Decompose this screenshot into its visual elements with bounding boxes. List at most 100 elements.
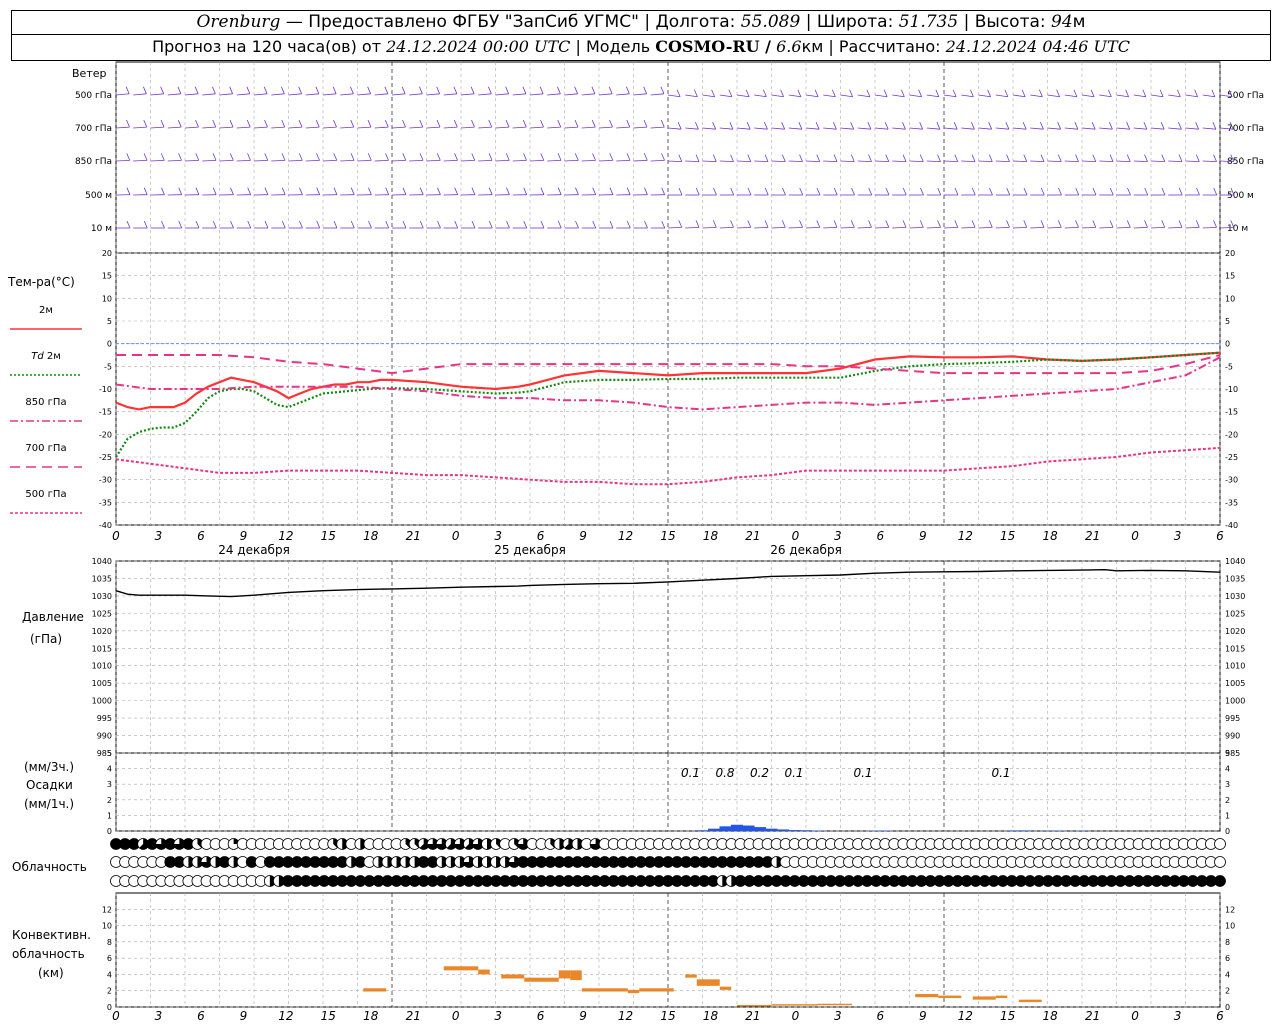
wind-barb-feather bbox=[1126, 220, 1131, 228]
wind-barb-shaft bbox=[823, 94, 836, 98]
wind-barb-feather bbox=[644, 220, 648, 229]
wind-barb-shaft bbox=[943, 160, 958, 163]
temp-hour-tick: 0 bbox=[1131, 529, 1139, 543]
wind-barb-feather bbox=[971, 187, 976, 196]
wind-barb-shaft bbox=[1012, 94, 1026, 98]
conv-bar bbox=[685, 974, 697, 978]
conv-bar bbox=[915, 993, 939, 998]
wind-barb-shaft bbox=[115, 159, 130, 162]
conv-hour-tick: 3 bbox=[155, 1009, 163, 1023]
wind-barb-shaft bbox=[271, 126, 285, 129]
wind-barb-feather bbox=[695, 122, 699, 130]
wind-barb-feather bbox=[402, 187, 407, 195]
wind-barb-shaft bbox=[1133, 127, 1147, 130]
wind-barb-feather bbox=[1057, 220, 1062, 228]
wind-barb-feather bbox=[936, 122, 941, 130]
wind-barb-feather bbox=[1006, 220, 1010, 228]
pressure-tick-right: 1030 bbox=[1225, 592, 1245, 601]
wind-barb-shaft bbox=[874, 226, 889, 229]
temp-hour-tick: 12 bbox=[618, 529, 633, 543]
wind-barb-feather bbox=[902, 187, 907, 196]
wind-barb-shaft bbox=[961, 94, 974, 98]
wind-barb-shaft bbox=[616, 159, 631, 162]
conv-tick-right: 0 bbox=[1225, 1003, 1230, 1012]
wind-barb-feather bbox=[833, 154, 838, 162]
wind-barb-feather bbox=[143, 220, 148, 229]
conv-bar bbox=[817, 1003, 852, 1006]
wind-barb-shaft bbox=[167, 126, 182, 129]
wind-barb-feather bbox=[747, 154, 752, 162]
wind-barb-feather bbox=[230, 220, 234, 229]
wind-barb-shaft bbox=[1064, 94, 1077, 98]
wind-barb-feather bbox=[1004, 89, 1009, 97]
wind-barb-feather bbox=[316, 187, 321, 195]
wind-barb-feather bbox=[316, 220, 321, 229]
wind-barb-feather bbox=[747, 187, 752, 196]
wind-barb-shaft bbox=[1150, 226, 1165, 229]
wind-barb-feather bbox=[1178, 154, 1183, 162]
pressure-tick-right: 1040 bbox=[1225, 557, 1245, 566]
wind-barb-feather bbox=[626, 153, 631, 161]
wind-barb-shaft bbox=[978, 94, 991, 98]
wind-level-left: 700 гПа bbox=[75, 124, 112, 134]
wind-barb-shaft bbox=[1185, 94, 1198, 98]
precip-tick-left: 5 bbox=[107, 749, 112, 758]
wind-barb-shaft bbox=[1047, 94, 1060, 98]
wind-barb-shaft bbox=[719, 160, 734, 163]
wind-barb-shaft bbox=[771, 127, 785, 130]
wind-barb-shaft bbox=[754, 127, 768, 130]
temp-hour-tick: 0 bbox=[112, 529, 120, 543]
wind-barb-shaft bbox=[1202, 127, 1216, 130]
wind-barb-feather bbox=[695, 220, 700, 228]
wind-barb-shaft bbox=[926, 160, 941, 163]
wind-barb-feather bbox=[885, 187, 890, 196]
conv-hour-tick: 12 bbox=[278, 1009, 293, 1023]
wind-barb-feather bbox=[730, 154, 734, 162]
wind-barb-shaft bbox=[857, 94, 870, 98]
wind-barb-shaft bbox=[150, 159, 165, 162]
wind-barb-feather bbox=[264, 119, 268, 128]
wind-barb-feather bbox=[676, 89, 681, 97]
temp-hour-tick: 0 bbox=[452, 529, 460, 543]
wind-barb-shaft bbox=[529, 126, 544, 129]
wind-barb-shaft bbox=[1168, 94, 1181, 98]
conv-hour-tick: 18 bbox=[1043, 1009, 1059, 1023]
wind-barb-feather bbox=[419, 119, 424, 128]
pressure-tick-right: 1020 bbox=[1225, 627, 1245, 636]
conv-bar bbox=[719, 986, 732, 990]
wind-barb-feather bbox=[437, 187, 441, 195]
wind-barb-shaft bbox=[840, 160, 855, 163]
conv-bar bbox=[501, 974, 525, 979]
wind-barb-feather bbox=[1040, 187, 1045, 196]
conv-hour-tick: 12 bbox=[618, 1009, 633, 1023]
wind-barb-feather bbox=[592, 153, 596, 161]
wind-barb-shaft bbox=[892, 226, 907, 229]
pressure-tick-left: 1000 bbox=[92, 697, 112, 706]
wind-barb-shaft bbox=[1168, 160, 1183, 163]
pressure-tick-left: 1020 bbox=[92, 627, 112, 636]
conv-bar bbox=[938, 995, 962, 999]
wind-barb-shaft bbox=[426, 93, 440, 96]
wind-barb-feather bbox=[247, 153, 251, 161]
wind-barb-shaft bbox=[460, 159, 475, 162]
wind-barb-feather bbox=[1127, 187, 1131, 196]
wind-barb-feather bbox=[126, 119, 130, 128]
wind-barb-feather bbox=[350, 119, 355, 128]
wind-barb-shaft bbox=[253, 93, 268, 96]
wind-barb-feather bbox=[126, 153, 131, 161]
pressure-tick-right: 1005 bbox=[1225, 679, 1245, 688]
wind-barb-shaft bbox=[115, 126, 130, 129]
wind-barb-feather bbox=[764, 220, 769, 228]
wind-barb-shaft bbox=[374, 126, 389, 129]
temp-hour-tick: 21 bbox=[745, 529, 760, 543]
wind-barb-shaft bbox=[529, 93, 544, 96]
wind-barb-feather bbox=[764, 154, 769, 162]
wind-barb-shaft bbox=[650, 93, 664, 96]
conv-bar bbox=[771, 1004, 818, 1006]
wind-barb-feather bbox=[350, 220, 355, 229]
temp-tick-right: 15 bbox=[1225, 272, 1235, 281]
pressure-tick-left: 995 bbox=[97, 714, 112, 723]
temp-hour-tick: 0 bbox=[792, 529, 800, 543]
wind-barb-shaft bbox=[995, 226, 1010, 229]
wind-barb-feather bbox=[143, 187, 148, 195]
